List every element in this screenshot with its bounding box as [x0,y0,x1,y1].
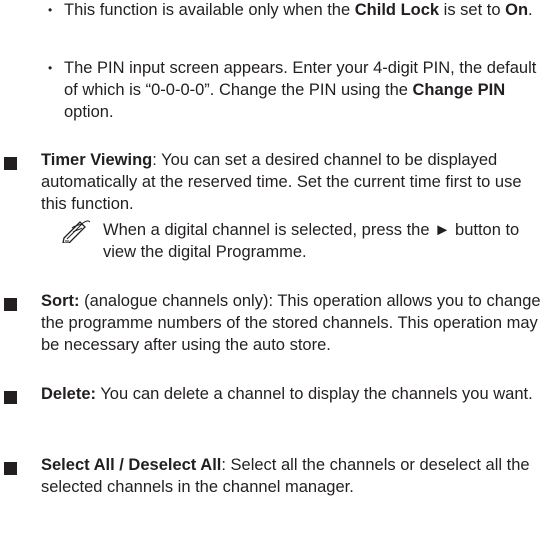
on-term: On [505,1,529,19]
item-desc: You can delete a channel to display the … [96,385,533,403]
sub-bullet-pin: • The PIN input screen appears. Enter yo… [48,57,548,123]
square-bullet-icon [4,391,17,404]
item-select-all: Select All / Deselect All: Select all th… [41,454,551,498]
item-sort: Sort: (analogue channels only): This ope… [41,290,551,356]
bullet-dot-icon: • [48,61,53,75]
square-bullet-icon [4,157,17,170]
square-bullet-icon [4,298,17,311]
square-bullet-icon [4,462,17,475]
item-term: Timer Viewing [41,151,153,169]
item-term: Sort: [41,292,80,310]
child-lock-term: Child Lock [354,1,440,19]
item-desc: (analogue channels only): This operation… [41,292,541,354]
pencil-note-icon [61,217,93,249]
item-timer-viewing: Timer Viewing: You can set a desired cha… [41,149,551,215]
note-text: When a digital channel is selected, pres… [103,221,520,261]
bullet-dot-icon: • [48,3,53,17]
note-block: When a digital channel is selected, pres… [61,217,548,263]
change-pin-term: Change PIN [412,81,506,99]
item-term: Select All / Deselect All [41,456,222,474]
item-delete: Delete: You can delete a channel to disp… [41,383,551,405]
sub-bullet-text: The PIN input screen appears. Enter your… [64,59,537,121]
item-term: Delete: [41,385,97,403]
sub-bullet-text: This function is available only when the… [64,1,533,19]
sub-bullet-child-lock: • This function is available only when t… [48,0,548,21]
